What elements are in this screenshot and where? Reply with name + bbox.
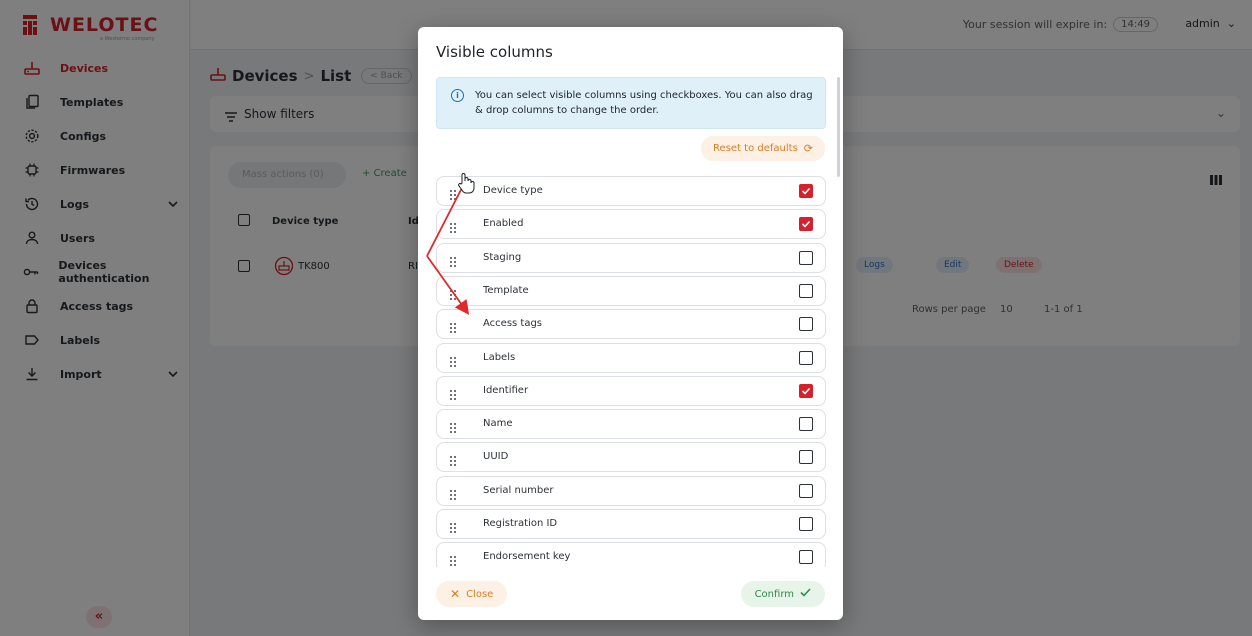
info-text: You can select visible columns using che… — [475, 90, 813, 116]
column-checkbox[interactable] — [799, 517, 813, 531]
column-item[interactable]: Registration ID — [436, 509, 826, 539]
close-button[interactable]: ✕ Close — [436, 581, 508, 607]
column-name: Identifier — [483, 384, 529, 396]
column-checkbox[interactable] — [799, 450, 813, 465]
drag-handle-icon[interactable] — [449, 286, 457, 300]
reset-icon: ⟳ — [803, 142, 813, 155]
column-name: Endorsement key — [483, 551, 571, 563]
drag-handle-icon[interactable] — [449, 419, 457, 434]
check-icon — [800, 588, 811, 600]
column-checkbox[interactable] — [799, 250, 813, 265]
close-label: Close — [466, 588, 494, 600]
column-item[interactable]: Enabled — [436, 209, 826, 240]
info-alert: i You can select visible columns using c… — [436, 77, 826, 129]
column-checkbox[interactable] — [799, 350, 813, 365]
drag-handle-icon[interactable] — [449, 219, 457, 234]
drag-handle-icon[interactable] — [449, 353, 457, 367]
drag-handle-icon[interactable] — [449, 552, 457, 567]
column-checkbox[interactable] — [799, 184, 813, 198]
column-item[interactable]: Template — [436, 275, 826, 306]
drag-handle-icon[interactable] — [449, 486, 457, 500]
column-item[interactable]: Name — [436, 409, 826, 440]
column-name: Device type — [483, 185, 543, 196]
dialog-scrollbar[interactable] — [837, 77, 840, 177]
confirm-button[interactable]: Confirm — [740, 581, 825, 607]
column-item[interactable]: Access tags — [436, 309, 826, 340]
column-item[interactable]: Identifier — [436, 375, 826, 406]
column-name: Registration ID — [483, 518, 558, 529]
drag-handle-icon[interactable] — [449, 253, 457, 267]
info-icon: i — [451, 89, 464, 102]
column-item[interactable]: Serial number — [436, 475, 826, 506]
drag-handle-icon[interactable] — [449, 386, 457, 400]
column-item[interactable]: Endorsement key — [436, 542, 826, 567]
column-item[interactable]: UUID — [436, 442, 826, 473]
column-name: Enabled — [483, 218, 524, 230]
column-checkbox[interactable] — [799, 383, 813, 398]
column-name: Name — [483, 418, 513, 430]
column-name: Staging — [483, 251, 522, 263]
column-checkbox[interactable] — [799, 217, 813, 232]
column-checkbox[interactable] — [799, 317, 813, 332]
column-checkbox[interactable] — [799, 550, 813, 565]
column-item[interactable]: Labels — [436, 342, 826, 373]
confirm-label: Confirm — [754, 588, 794, 600]
column-name: Template — [483, 284, 529, 296]
column-name: Access tags — [483, 318, 543, 330]
column-item[interactable]: Device type — [436, 176, 826, 206]
column-item[interactable]: Staging — [436, 242, 826, 273]
close-icon: ✕ — [450, 587, 461, 601]
column-checkbox[interactable] — [799, 417, 813, 432]
column-checkbox[interactable] — [799, 483, 813, 498]
visible-columns-dialog: Visible columns i You can select visible… — [418, 27, 843, 620]
columns-list: Device type Enabled Staging Template Access … — [436, 176, 826, 567]
column-name: UUID — [483, 451, 509, 463]
drag-handle-icon[interactable] — [449, 186, 457, 201]
column-name: Labels — [483, 351, 516, 363]
column-checkbox[interactable] — [799, 283, 813, 298]
drag-handle-icon[interactable] — [449, 452, 457, 467]
drag-handle-icon[interactable] — [449, 319, 457, 334]
reset-to-defaults-button[interactable]: Reset to defaults ⟳ — [701, 136, 825, 161]
reset-label: Reset to defaults — [713, 143, 798, 154]
drag-handle-icon[interactable] — [449, 519, 457, 534]
column-name: Serial number — [483, 484, 554, 496]
dialog-title: Visible columns — [436, 43, 553, 61]
